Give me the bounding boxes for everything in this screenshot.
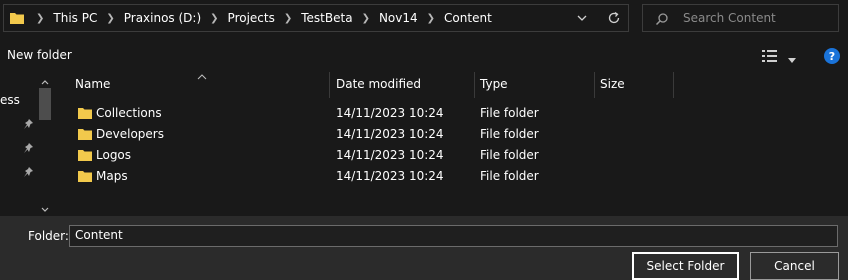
folder-icon [78, 148, 92, 165]
nav-scrollbar[interactable] [38, 70, 54, 216]
breadcrumb-drive[interactable]: Praxinos (D:) [121, 11, 204, 25]
view-dropdown-icon[interactable] [788, 53, 796, 67]
file-name[interactable]: Logos [96, 148, 131, 162]
chevron-right-icon[interactable]: ❯ [278, 13, 298, 24]
view-options-icon[interactable] [762, 49, 778, 66]
nav-item-label[interactable]: ess [0, 93, 20, 107]
chevron-right-icon[interactable]: ❯ [421, 13, 441, 24]
help-button[interactable]: ? [824, 48, 840, 64]
address-history-dropdown-icon[interactable] [576, 12, 588, 27]
chevron-right-icon[interactable]: ❯ [204, 13, 224, 24]
column-header-date[interactable]: Date modified [336, 70, 421, 98]
file-name[interactable]: Developers [96, 127, 164, 141]
column-divider[interactable] [594, 72, 595, 98]
breadcrumb-this-pc[interactable]: This PC [50, 11, 100, 25]
file-date: 14/11/2023 10:24 [336, 148, 444, 162]
file-date: 14/11/2023 10:24 [336, 169, 444, 183]
folder-icon [78, 127, 92, 144]
file-type: File folder [480, 169, 539, 183]
new-folder-button[interactable]: New folder [7, 48, 72, 62]
pin-icon [23, 142, 35, 157]
column-header-type[interactable]: Type [480, 70, 508, 98]
refresh-icon[interactable] [607, 11, 621, 28]
breadcrumb-content[interactable]: Content [441, 11, 495, 25]
list-item[interactable]: Logos 14/11/2023 10:24 File folder [57, 145, 848, 166]
column-header-size[interactable]: Size [600, 70, 625, 98]
chevron-right-icon[interactable]: ❯ [356, 13, 376, 24]
column-divider[interactable] [329, 72, 330, 98]
file-date: 14/11/2023 10:24 [336, 106, 444, 120]
column-divider[interactable] [474, 72, 475, 98]
breadcrumb-nov14[interactable]: Nov14 [376, 11, 421, 25]
dialog-footer: Folder: Content Select Folder Cancel [0, 216, 848, 280]
select-folder-button[interactable]: Select Folder [632, 252, 739, 280]
file-type: File folder [480, 148, 539, 162]
file-name[interactable]: Maps [96, 169, 128, 183]
breadcrumb: ❯ This PC ❯ Praxinos (D:) ❯ Projects ❯ T… [30, 5, 495, 31]
column-divider[interactable] [673, 72, 674, 98]
file-type: File folder [480, 127, 539, 141]
column-header-name[interactable]: Name [75, 70, 110, 98]
file-type: File folder [480, 106, 539, 120]
list-item[interactable]: Maps 14/11/2023 10:24 File folder [57, 166, 848, 187]
search-placeholder[interactable]: Search Content [683, 11, 776, 25]
list-item[interactable]: Developers 14/11/2023 10:24 File folder [57, 124, 848, 145]
folder-name-field[interactable]: Content [69, 225, 838, 247]
folder-icon [78, 106, 92, 123]
chevron-right-icon[interactable]: ❯ [100, 13, 120, 24]
address-bar[interactable]: ❯ This PC ❯ Praxinos (D:) ❯ Projects ❯ T… [3, 4, 629, 32]
sort-ascending-icon [197, 69, 207, 83]
folder-icon [78, 169, 92, 186]
file-list: Name Date modified Type Size Collections… [57, 70, 848, 216]
chevron-right-icon[interactable]: ❯ [30, 13, 50, 24]
breadcrumb-projects[interactable]: Projects [225, 11, 278, 25]
scroll-down-icon[interactable] [41, 202, 49, 216]
pin-icon [23, 166, 35, 181]
list-item[interactable]: Collections 14/11/2023 10:24 File folder [57, 103, 848, 124]
scrollbar-thumb[interactable] [39, 88, 51, 120]
file-date: 14/11/2023 10:24 [336, 127, 444, 141]
cancel-button[interactable]: Cancel [750, 252, 839, 280]
breadcrumb-testbeta[interactable]: TestBeta [298, 11, 355, 25]
file-name[interactable]: Collections [96, 106, 162, 120]
search-box[interactable]: Search Content [642, 4, 839, 32]
folder-icon [10, 11, 24, 28]
pin-icon [23, 118, 35, 133]
search-icon [655, 12, 669, 29]
folder-label: Folder: [28, 229, 69, 243]
scroll-up-icon[interactable] [41, 74, 49, 88]
